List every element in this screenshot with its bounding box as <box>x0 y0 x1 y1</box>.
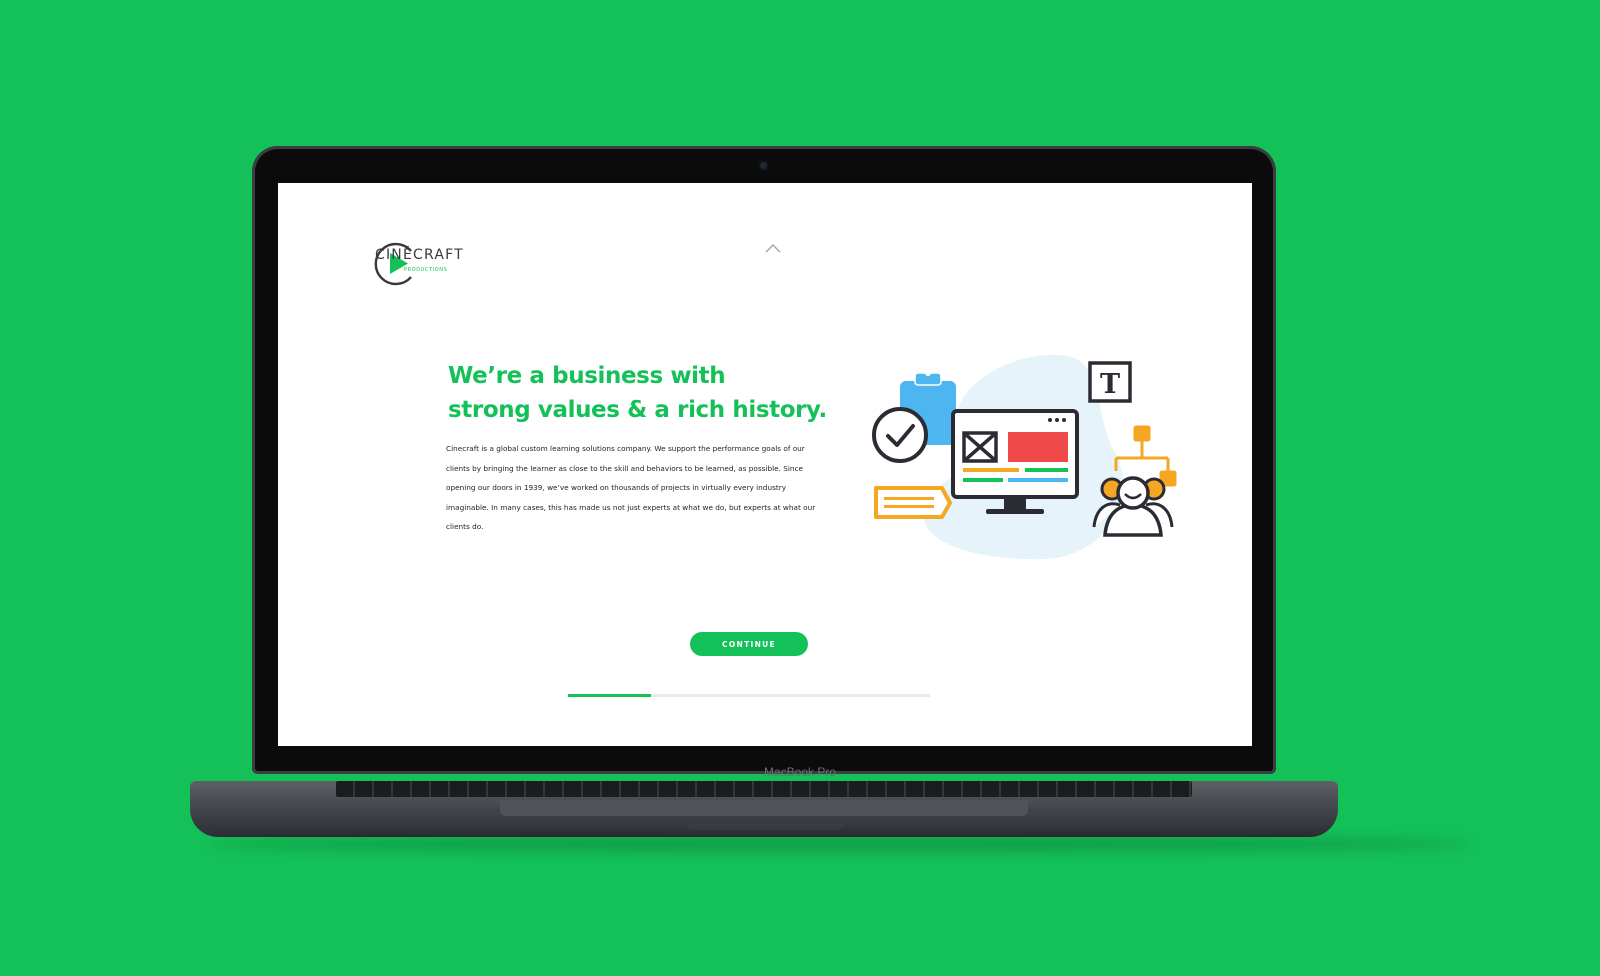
keyboard-strip <box>336 781 1192 797</box>
checkmark-icon <box>872 407 928 463</box>
org-chart-icon <box>1114 425 1177 487</box>
text-icon: T <box>1088 361 1132 403</box>
trackpad <box>500 800 1028 816</box>
users-icon <box>1092 476 1174 537</box>
brand-subtitle: PRODUCTIONS <box>404 267 448 273</box>
continue-button[interactable]: CONTINUE <box>690 632 808 656</box>
headline-line-1: We’re a business with <box>448 363 726 389</box>
svg-text:T: T <box>1100 369 1120 400</box>
page-title: We’re a business with strong values & a … <box>448 359 827 427</box>
lid-notch <box>684 818 846 830</box>
progress-fill <box>568 694 652 697</box>
device-label: MacBook Pro <box>763 765 837 779</box>
brand-name: CINÉCRAFT <box>375 247 464 263</box>
progress-track <box>568 694 930 697</box>
image-placeholder-icon <box>962 431 998 463</box>
headline-line-2: strong values & a rich history. <box>448 397 827 423</box>
camera <box>760 162 767 169</box>
chat-bubble-icon <box>874 486 952 519</box>
monitor-icon <box>951 409 1079 514</box>
intro-paragraph: Cinecraft is a global custom learning so… <box>446 444 816 532</box>
chevron-up-icon[interactable] <box>765 243 781 253</box>
laptop-shadow <box>210 836 1470 852</box>
app-screen: CINÉCRAFT PRODUCTIONS We’re a business w… <box>278 183 1252 746</box>
elearning-illustration: T <box>872 354 1177 560</box>
